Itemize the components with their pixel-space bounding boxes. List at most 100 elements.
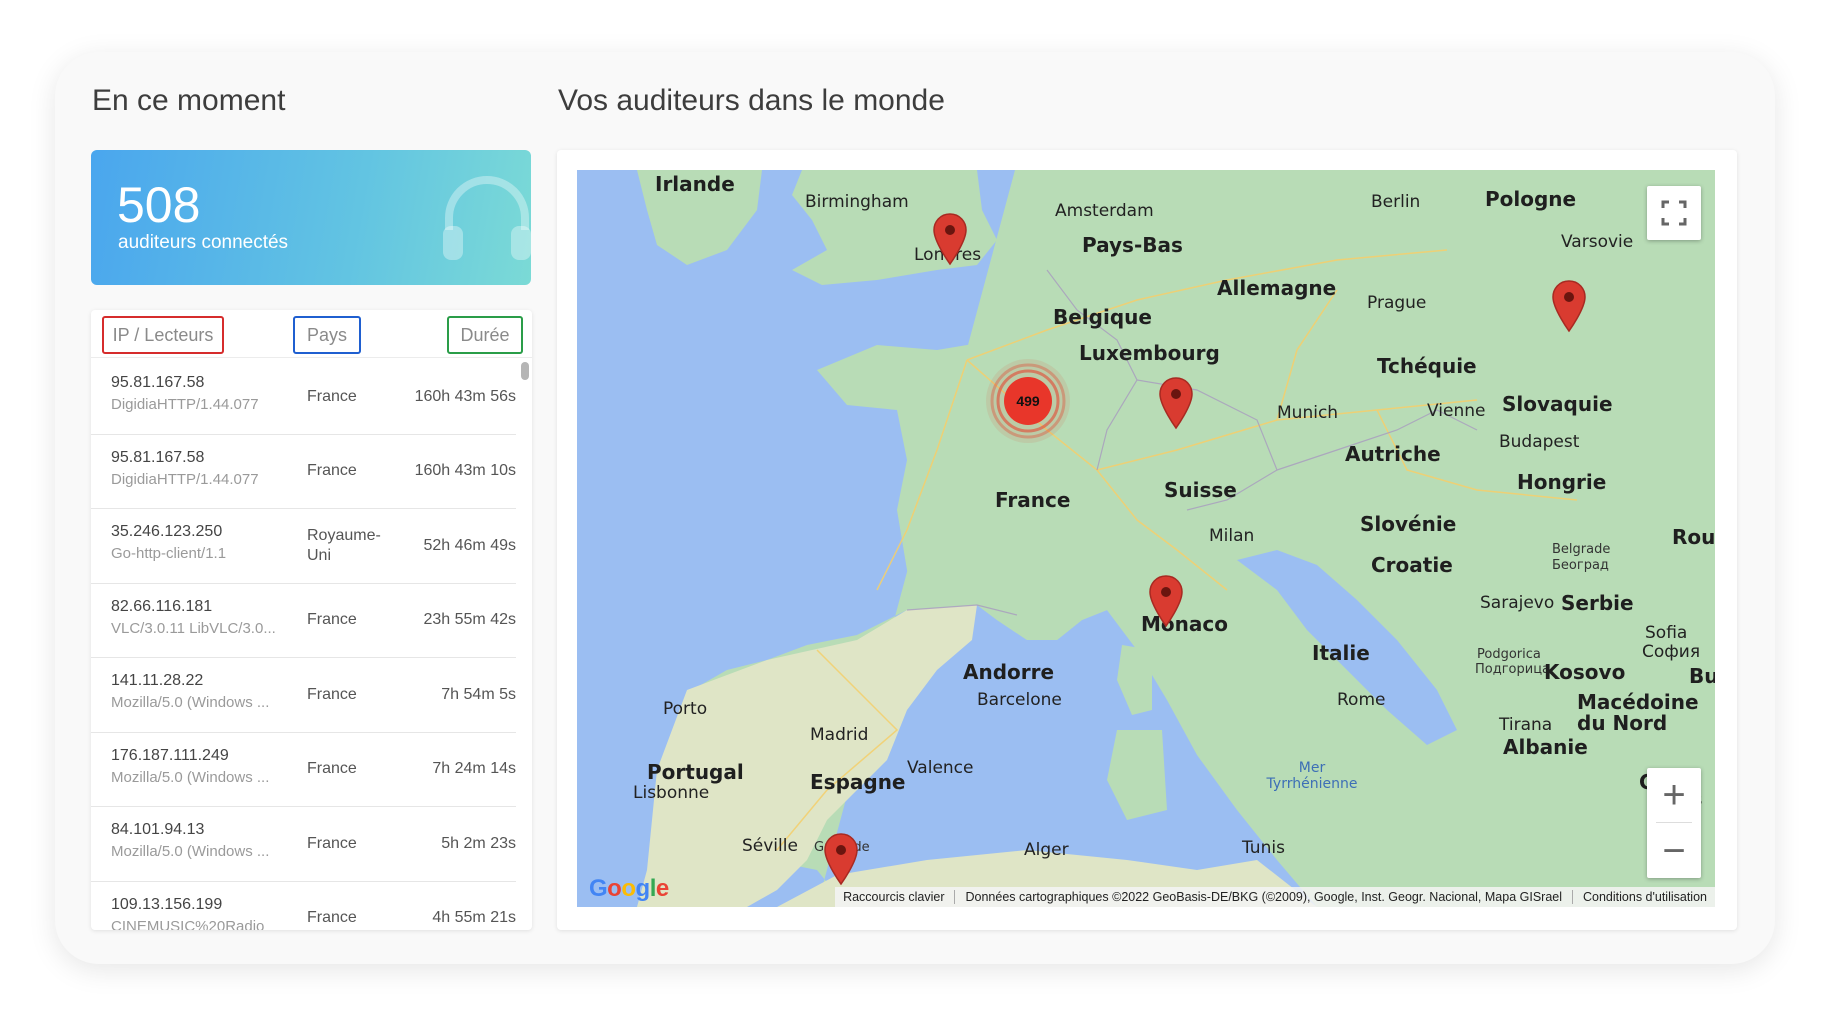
map-label: Tunis <box>1242 838 1285 858</box>
row-duration: 23h 55m 42s <box>423 611 516 629</box>
map-label: Podgorica <box>1477 647 1541 662</box>
map-landmass <box>577 170 1715 907</box>
map-label: Valence <box>907 758 974 778</box>
row-duration: 4h 55m 21s <box>432 909 516 927</box>
row-agent: DigidiaHTTP/1.44.077 <box>111 396 259 413</box>
cluster-count: 499 <box>1016 393 1040 409</box>
listeners-count: 508 <box>117 177 201 233</box>
map-label: Lisbonne <box>633 783 710 803</box>
map-label: Madrid <box>810 725 869 745</box>
row-ip: 141.11.28.22 <box>111 672 204 689</box>
map-label: Porto <box>663 699 708 719</box>
row-agent: Go-http-client/1.1 <box>111 545 227 562</box>
map-label: Tirana <box>1499 715 1553 735</box>
zoom-out-button[interactable]: − <box>1647 824 1701 878</box>
table-row[interactable]: 109.13.156.199 CINEMUSIC%20Radio France … <box>91 882 516 931</box>
row-duration: 7h 24m 14s <box>432 760 516 778</box>
map-label: Espagne <box>810 770 906 794</box>
row-ip: 35.246.123.250 <box>111 523 223 540</box>
table-header: IP / Lecteurs Pays Durée <box>91 310 532 358</box>
map-label: Portugal <box>647 760 744 784</box>
map-label: Sofia <box>1645 623 1688 643</box>
map-label: Pays-Bas <box>1082 233 1183 257</box>
table-scrollbar[interactable] <box>521 362 529 380</box>
table-row[interactable]: 95.81.167.58 DigidiaHTTP/1.44.077 France… <box>91 360 516 435</box>
map-label: Rou <box>1672 525 1715 549</box>
row-agent: DigidiaHTTP/1.44.077 <box>111 470 259 488</box>
zoom-in-button[interactable]: + <box>1647 768 1701 822</box>
map-label: Autriche <box>1345 442 1441 466</box>
map-label: Подгорица <box>1475 662 1551 677</box>
map-label: Milan <box>1209 526 1255 546</box>
row-ip: 176.187.111.249 <box>111 746 229 764</box>
zoom-control: + − <box>1647 768 1701 878</box>
map-label: Munich <box>1277 403 1339 423</box>
map-marker[interactable] <box>932 212 968 266</box>
table-row[interactable]: 176.187.111.249 Mozilla/5.0 (Windows ...… <box>91 733 516 807</box>
row-duration: 52h 46m 49s <box>423 536 516 554</box>
map-label: Albanie <box>1503 735 1588 759</box>
table-row[interactable]: 84.101.94.13 Mozilla/5.0 (Windows ... Fr… <box>91 807 516 882</box>
row-duration: 160h 43m 56s <box>414 387 516 405</box>
row-agent: Mozilla/5.0 (Windows ... <box>111 694 270 711</box>
map-label: Macédoine du Nord <box>1577 690 1699 735</box>
map-label: Andorre <box>963 660 1055 684</box>
row-ip: 84.101.94.13 <box>111 821 205 838</box>
map-marker[interactable] <box>1158 376 1194 430</box>
map-label: Varsovie <box>1561 232 1634 252</box>
zoom-divider <box>1656 822 1692 823</box>
map-label: Belgique <box>1053 305 1152 329</box>
map-label: Tchéquie <box>1377 354 1477 378</box>
fullscreen-button[interactable] <box>1647 186 1701 240</box>
map-label: Séville <box>742 836 798 856</box>
terms-link[interactable]: Conditions d'utilisation <box>1583 890 1707 904</box>
map-label: Luxembourg <box>1079 341 1220 365</box>
table-row[interactable]: 95.81.167.58 DigidiaHTTP/1.44.077 France… <box>91 435 516 509</box>
map-data-text: Données cartographiques ©2022 GeoBasis-D… <box>965 890 1562 904</box>
row-country: France <box>307 834 357 852</box>
map-label: Birmingham <box>805 192 909 212</box>
headphones-icon <box>443 176 531 260</box>
google-logo: Google <box>589 875 669 902</box>
listeners-stat-card: 508 auditeurs connectés <box>91 150 531 285</box>
listeners-table: IP / Lecteurs Pays Durée 95.81.167.58 Di… <box>91 310 532 930</box>
row-agent: Mozilla/5.0 (Windows ... <box>111 768 270 786</box>
map-label: Serbie <box>1561 591 1634 615</box>
map-cluster[interactable]: 499 <box>983 356 1073 446</box>
row-country: France <box>307 462 357 480</box>
header-duration[interactable]: Durée <box>447 316 523 354</box>
table-row[interactable]: 35.246.123.250 Go-http-client/1.1 Royaum… <box>91 509 516 584</box>
map-label: Irlande <box>655 172 735 196</box>
map-label: Barcelone <box>977 690 1062 710</box>
map-marker[interactable] <box>1148 574 1184 628</box>
map-label: Suisse <box>1164 478 1237 502</box>
header-ip[interactable]: IP / Lecteurs <box>102 316 224 354</box>
map-label: Kosovo <box>1544 660 1626 684</box>
fullscreen-icon <box>1661 200 1687 226</box>
table-body: 95.81.167.58 DigidiaHTTP/1.44.077 France… <box>91 360 532 930</box>
table-row[interactable]: 141.11.28.22 Mozilla/5.0 (Windows ... Fr… <box>91 658 516 733</box>
map-marker[interactable] <box>823 832 859 886</box>
row-agent: CINEMUSIC%20Radio <box>111 917 265 931</box>
map-label: Belgrade <box>1552 542 1611 557</box>
header-country[interactable]: Pays <box>293 316 361 354</box>
map-label: Italie <box>1312 641 1370 665</box>
table-row[interactable]: 82.66.116.181 VLC/3.0.11 LibVLC/3.0... F… <box>91 584 516 658</box>
row-duration: 5h 2m 23s <box>441 834 516 852</box>
map-attribution: Raccourcis clavier Données cartographiqu… <box>835 887 1715 907</box>
map-label: Sarajevo <box>1480 593 1555 613</box>
map-label: Rome <box>1337 690 1386 710</box>
map-label: Bu <box>1689 664 1715 688</box>
row-duration: 160h 43m 10s <box>414 462 516 480</box>
row-agent: Mozilla/5.0 (Windows ... <box>111 843 270 860</box>
row-country: France <box>307 760 357 778</box>
world-map-panel: Irlande Birmingham Londres Amsterdam Pay… <box>557 150 1737 930</box>
listeners-map[interactable]: Irlande Birmingham Londres Amsterdam Pay… <box>577 170 1715 907</box>
map-label: Slovaquie <box>1502 392 1613 416</box>
map-label: Berlin <box>1371 192 1421 212</box>
row-ip: 82.66.116.181 <box>111 597 213 615</box>
map-marker[interactable] <box>1551 279 1587 333</box>
map-label: Београд <box>1552 558 1609 573</box>
keyboard-shortcuts-link[interactable]: Raccourcis clavier <box>843 890 944 904</box>
listeners-label: auditeurs connectés <box>118 232 289 253</box>
